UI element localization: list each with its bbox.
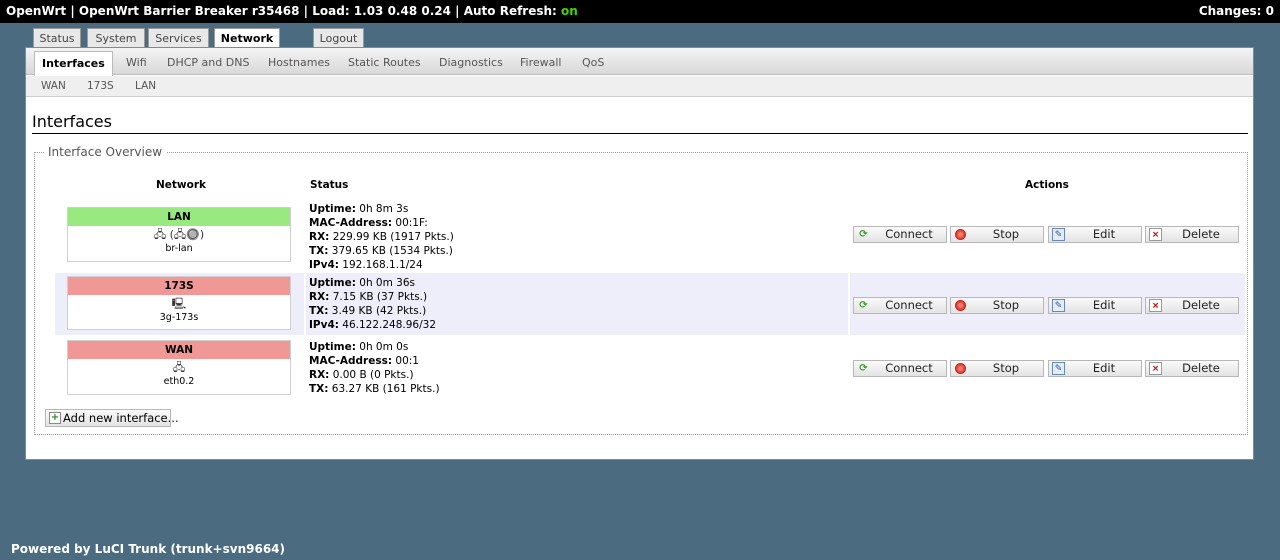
delete-button[interactable]: × Delete xyxy=(1145,226,1239,243)
tab-logout[interactable]: Logout xyxy=(313,28,364,48)
tab-services[interactable]: Services xyxy=(148,28,209,48)
stop-button[interactable]: Stop xyxy=(950,297,1044,314)
connect-button[interactable]: ⟳ Connect xyxy=(853,297,947,314)
status-line: TX: 63.27 KB (161 Pkts.) xyxy=(309,383,440,395)
system-info: OpenWrt | OpenWrt Barrier Breaker r35468… xyxy=(6,0,578,23)
edit-icon: ✎ xyxy=(1052,299,1065,312)
stop-icon xyxy=(955,300,966,311)
status-line: TX: 3.49 KB (42 Pkts.) xyxy=(309,305,427,317)
refresh-icon: ⟳ xyxy=(859,300,868,311)
table-row-lan: LAN 🖧 (🖧🔘) br-lan Uptime: 0h 8m 3s MAC-A… xyxy=(55,201,1245,271)
network-subnav: Interfaces Wifi DHCP and DNS Hostnames S… xyxy=(26,48,1253,76)
subtab-hostnames[interactable]: Hostnames xyxy=(268,56,330,69)
connect-button[interactable]: ⟳ Connect xyxy=(853,360,947,377)
interface-overview: Interface Overview Network Status Action… xyxy=(34,145,1248,435)
title-divider xyxy=(32,133,1248,134)
edit-button[interactable]: ✎ Edit xyxy=(1048,297,1142,314)
system-info-text: OpenWrt | OpenWrt Barrier Breaker r35468… xyxy=(6,4,562,18)
network-box-173s: 173S 🖳 3g-173s xyxy=(67,276,291,330)
status-line: RX: 0.00 B (0 Pkts.) xyxy=(309,369,414,381)
device-name-lan: br-lan xyxy=(165,243,193,254)
network-name-lan: LAN xyxy=(68,208,290,226)
stop-icon xyxy=(955,363,966,374)
fieldset-legend: Interface Overview xyxy=(44,145,167,159)
edit-icon: ✎ xyxy=(1052,228,1065,241)
table-row-wan: WAN 🖧 eth0.2 Uptime: 0h 0m 0s MAC-Addres… xyxy=(55,337,1245,399)
footer-credits: Powered by LuCI Trunk (trunk+svn9664) xyxy=(11,542,285,556)
subsub-173s[interactable]: 173S xyxy=(87,80,114,92)
status-lan: Uptime: 0h 8m 3s MAC-Address: 00:1F: RX:… xyxy=(309,202,454,272)
add-icon: + xyxy=(49,412,61,424)
network-box-wan: WAN 🖧 eth0.2 xyxy=(67,340,291,395)
page-title: Interfaces xyxy=(32,112,112,131)
tab-system[interactable]: System xyxy=(87,28,145,48)
subtab-static-routes[interactable]: Static Routes xyxy=(348,56,421,69)
edit-icon: ✎ xyxy=(1052,362,1065,375)
main-panel: Interfaces Wifi DHCP and DNS Hostnames S… xyxy=(25,47,1254,460)
subtab-qos[interactable]: QoS xyxy=(582,56,604,69)
status-line: MAC-Address: 00:1 xyxy=(309,355,419,367)
stop-button[interactable]: Stop xyxy=(950,360,1044,377)
changes-counter[interactable]: Changes: 0 xyxy=(1199,0,1274,23)
edit-button[interactable]: ✎ Edit xyxy=(1048,360,1142,377)
stop-button[interactable]: Stop xyxy=(950,226,1044,243)
bridge-icon: 🖧 (🖧🔘) xyxy=(153,228,205,241)
status-173s: Uptime: 0h 0m 36s RX: 7.15 KB (37 Pkts.)… xyxy=(309,276,436,332)
subtab-wifi[interactable]: Wifi xyxy=(126,56,147,69)
refresh-icon: ⟳ xyxy=(859,229,868,240)
top-status-bar: OpenWrt | OpenWrt Barrier Breaker r35468… xyxy=(0,0,1280,23)
edit-button[interactable]: ✎ Edit xyxy=(1048,226,1142,243)
status-line: IPv4: 192.168.1.1/24 xyxy=(309,259,423,271)
delete-button[interactable]: × Delete xyxy=(1145,360,1239,377)
table-row-173s: 173S 🖳 3g-173s Uptime: 0h 0m 36s RX: 7.1… xyxy=(55,273,1245,335)
delete-icon: × xyxy=(1149,228,1162,241)
subsub-lan[interactable]: LAN xyxy=(135,80,156,92)
add-interface-label: Add new interface... xyxy=(63,411,179,425)
delete-icon: × xyxy=(1149,299,1162,312)
status-line: RX: 229.99 KB (1917 Pkts.) xyxy=(309,231,454,243)
column-status: Status xyxy=(310,179,349,191)
tab-network[interactable]: Network xyxy=(214,28,280,49)
status-line: Uptime: 0h 0m 0s xyxy=(309,341,409,353)
delete-icon: × xyxy=(1149,362,1162,375)
add-interface-button[interactable]: + Add new interface... xyxy=(45,409,179,427)
subsub-wan[interactable]: WAN xyxy=(41,80,66,92)
network-name-wan: WAN xyxy=(68,341,290,359)
subtab-firewall[interactable]: Firewall xyxy=(520,56,561,69)
connect-button[interactable]: ⟳ Connect xyxy=(853,226,947,243)
modem-icon: 🖳 xyxy=(171,297,187,310)
subtab-dhcp-dns[interactable]: DHCP and DNS xyxy=(167,56,249,69)
subtab-interfaces[interactable]: Interfaces xyxy=(34,51,113,76)
status-line: Uptime: 0h 8m 3s xyxy=(309,203,409,215)
column-actions: Actions xyxy=(1025,179,1069,191)
status-line: Uptime: 0h 0m 36s xyxy=(309,277,416,289)
auto-refresh-toggle[interactable]: on xyxy=(561,4,578,18)
subtab-diagnostics[interactable]: Diagnostics xyxy=(439,56,503,69)
network-name-173s: 173S xyxy=(68,277,290,295)
status-line: RX: 7.15 KB (37 Pkts.) xyxy=(309,291,428,303)
interface-subnav: WAN 173S LAN xyxy=(26,76,1253,97)
refresh-icon: ⟳ xyxy=(859,363,868,374)
column-network: Network xyxy=(156,179,207,191)
status-line: IPv4: 46.122.248.96/32 xyxy=(309,319,437,331)
status-wan: Uptime: 0h 0m 0s MAC-Address: 00:1 RX: 0… xyxy=(309,340,440,396)
device-name-wan: eth0.2 xyxy=(163,376,195,387)
ethernet-icon: 🖧 xyxy=(172,361,186,374)
status-line: MAC-Address: 00:1F: xyxy=(309,217,428,229)
delete-button[interactable]: × Delete xyxy=(1145,297,1239,314)
network-box-lan: LAN 🖧 (🖧🔘) br-lan xyxy=(67,207,291,262)
tab-status[interactable]: Status xyxy=(33,28,81,48)
stop-icon xyxy=(955,229,966,240)
status-line: TX: 379.65 KB (1534 Pkts.) xyxy=(309,245,453,257)
device-name-173s: 3g-173s xyxy=(159,312,199,323)
